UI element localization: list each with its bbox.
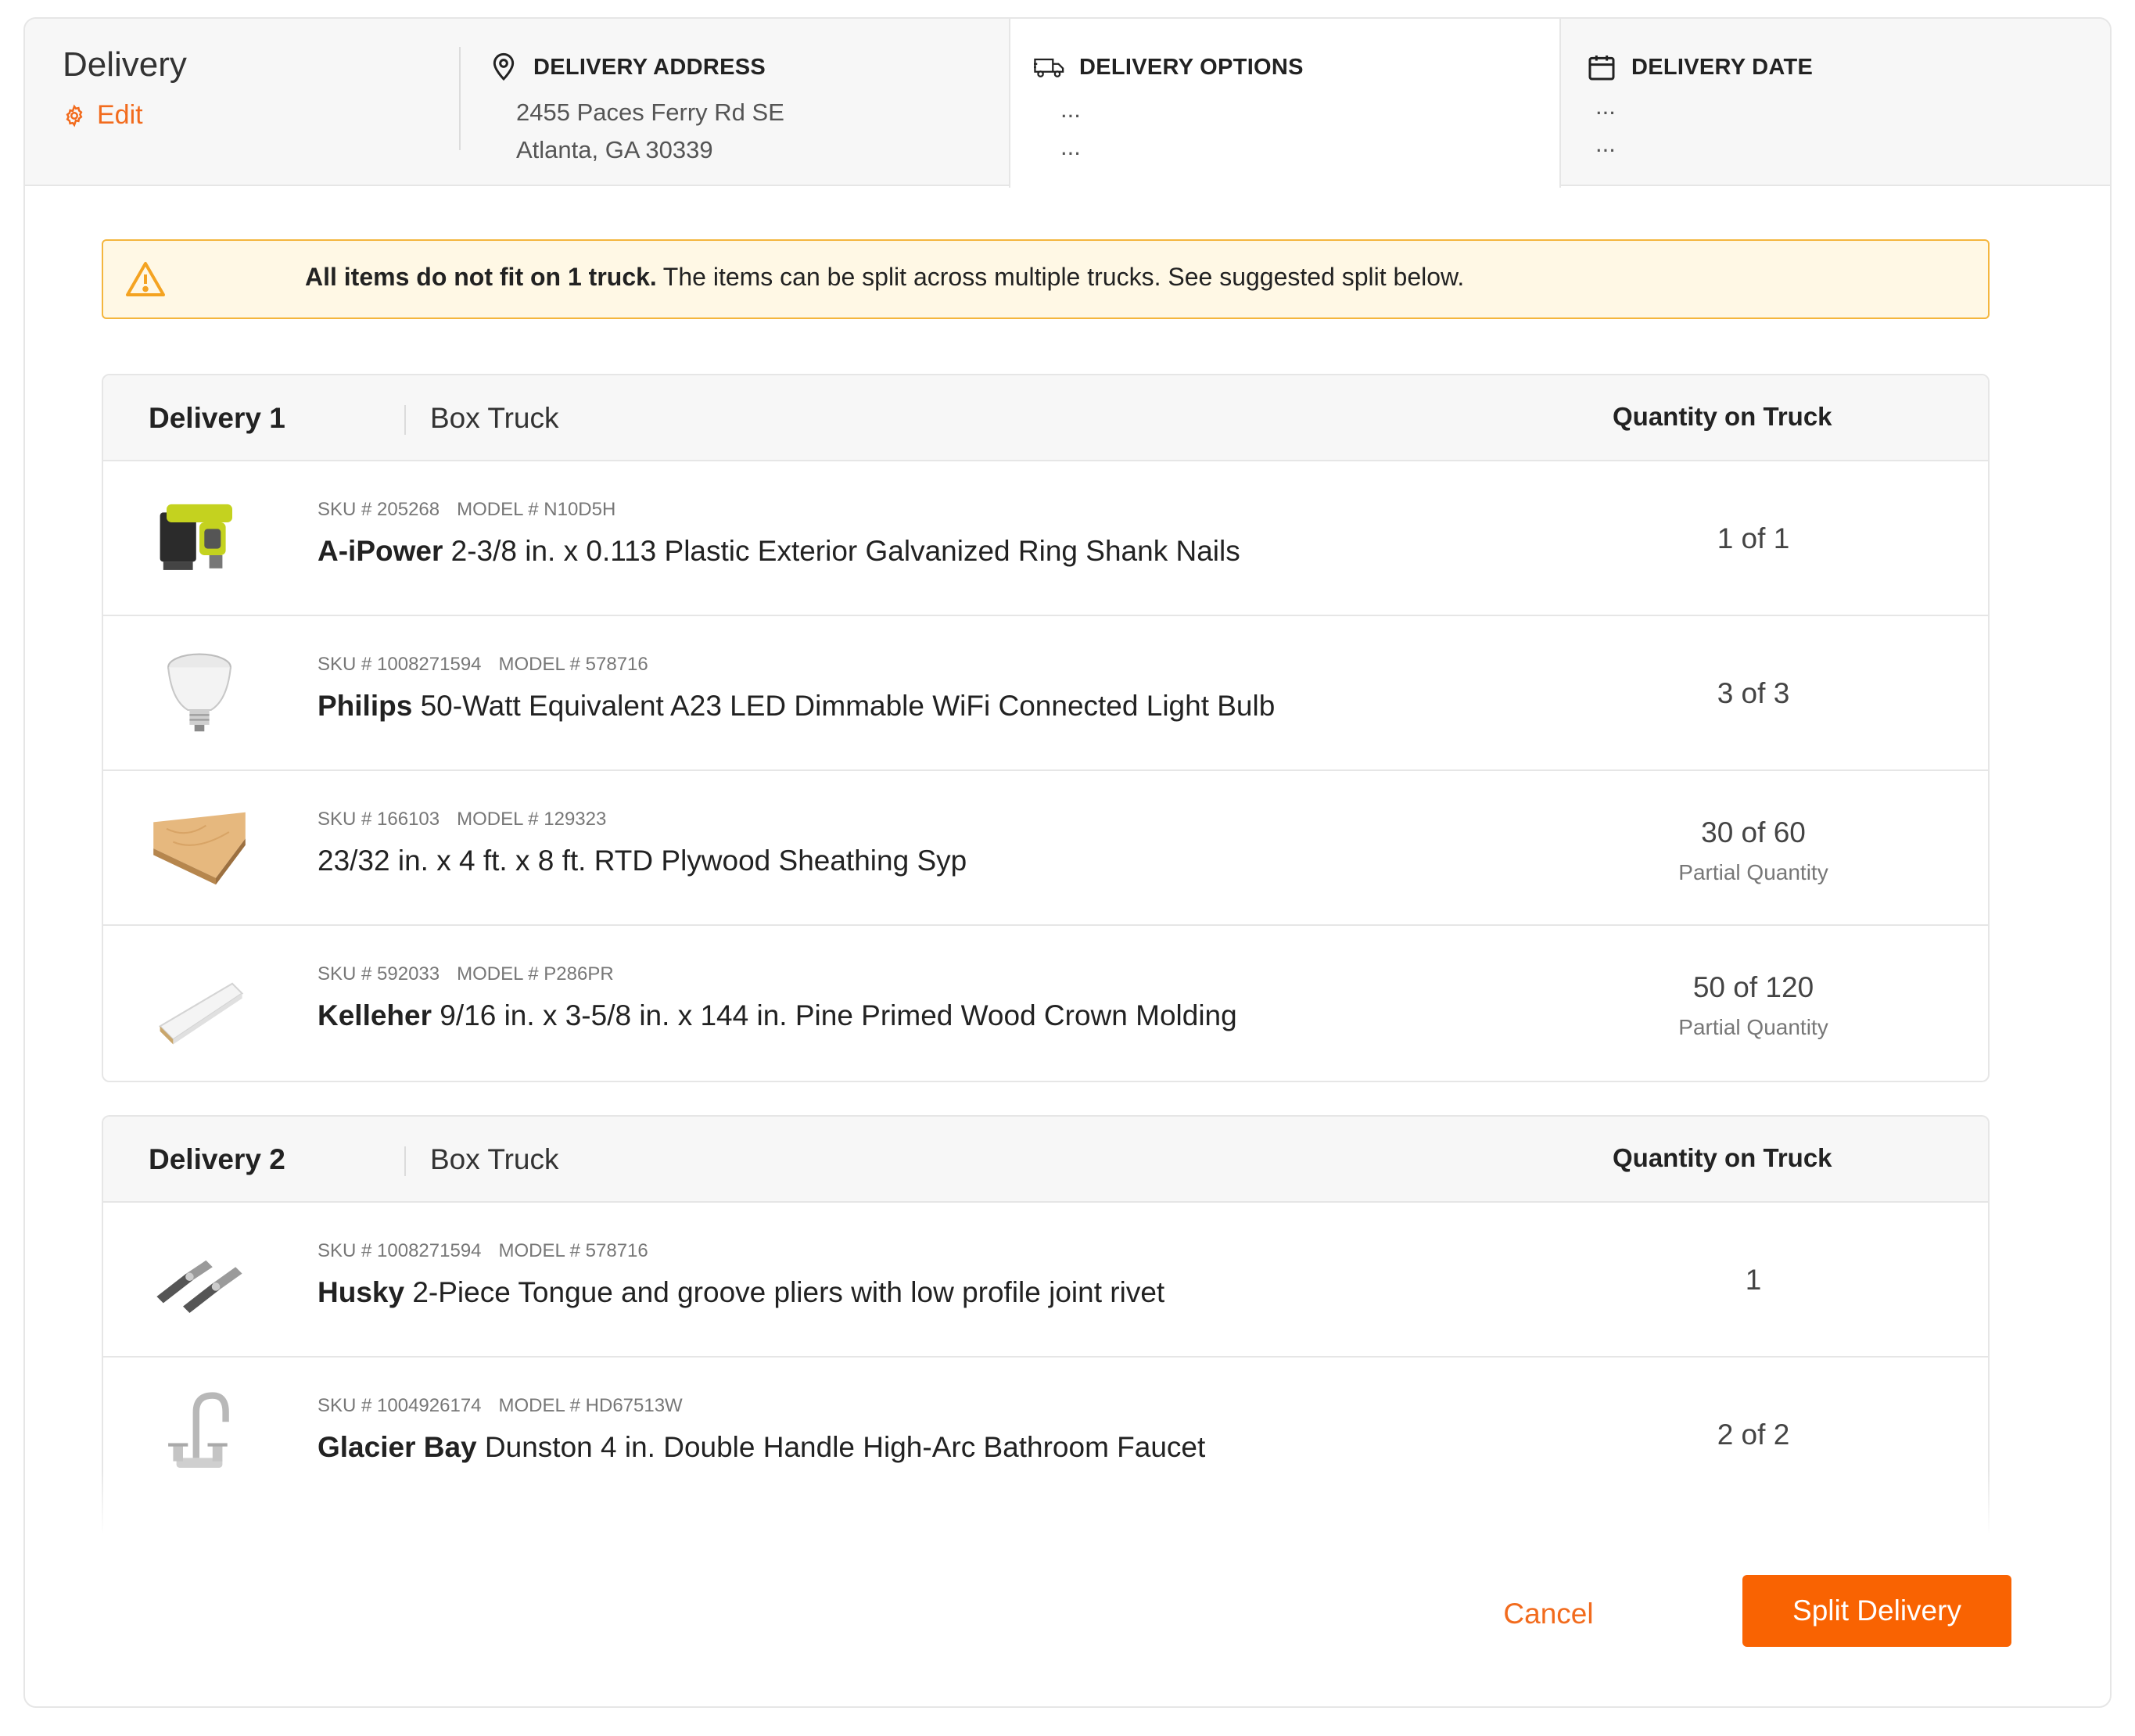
alert-bold: All items do not fit on 1 truck.: [305, 263, 657, 291]
quantity-on-truck: 1: [1745, 1264, 1762, 1296]
partial-quantity-note: Partial Quantity: [1678, 1015, 1828, 1039]
product-brand: Husky: [318, 1276, 405, 1308]
product-name[interactable]: Husky 2-Piece Tongue and groove pliers w…: [318, 1276, 1164, 1309]
item-meta: SKU # 1008271594 MODEL # 578716: [318, 1240, 648, 1262]
location-pin-icon: [493, 52, 515, 81]
vehicle-type: Box Truck: [430, 402, 559, 434]
product-description: 9/16 in. x 3-5/8 in. x 144 in. Pine Prim…: [440, 999, 1237, 1031]
list-item: SKU # 1008271594 MODEL # 578716 Husky 2-P…: [103, 1203, 1988, 1358]
model-number: MODEL # 129323: [457, 809, 607, 830]
quantity-on-truck: 1 of 1: [1717, 522, 1790, 554]
list-item: SKU # 166103 MODEL # 129323 23/32 in. x 4…: [103, 771, 1988, 926]
product-brand: Glacier Bay: [318, 1431, 477, 1463]
sku-number: SKU # 1008271594: [318, 1240, 482, 1261]
sku-number: SKU # 205268: [318, 499, 440, 520]
model-number: MODEL # HD67513W: [498, 1395, 683, 1416]
scroll-fade: [102, 1470, 1990, 1556]
product-description: 2-Piece Tongue and groove pliers with lo…: [412, 1276, 1165, 1308]
alert-message: All items do not fit on 1 truck. The item…: [305, 263, 1464, 292]
cancel-button[interactable]: Cancel: [1486, 1578, 1611, 1650]
options-line-2: ...: [1060, 133, 1081, 160]
nail-gun-icon: [160, 504, 232, 570]
product-name[interactable]: Kelleher 9/16 in. x 3-5/8 in. x 144 in. …: [318, 999, 1237, 1032]
item-meta: SKU # 592033 MODEL # P286PR: [318, 963, 614, 985]
delivery-section-1: Delivery 1 Box Truck Quantity on Truck S…: [102, 374, 1990, 1082]
truck-icon: [1034, 58, 1064, 77]
product-name[interactable]: A-iPower 2-3/8 in. x 0.113 Plastic Exter…: [318, 535, 1240, 568]
list-item: SKU # 205268 MODEL # N10D5H A-iPower 2-3/…: [103, 461, 1988, 616]
item-meta: SKU # 166103 MODEL # 129323: [318, 809, 606, 830]
truck-capacity-alert: All items do not fit on 1 truck. The item…: [102, 239, 1990, 319]
quantity-on-truck: 30 of 60: [1701, 816, 1806, 848]
plywood-icon: [153, 812, 246, 885]
sku-number: SKU # 592033: [318, 963, 440, 985]
delivery-address: DELIVERY ADDRESS 2455 Paces Ferry Rd SE …: [488, 50, 784, 169]
light-bulb-icon: [167, 653, 231, 732]
product-brand: Kelleher: [318, 999, 432, 1031]
delivery-section-header: Delivery 1 Box Truck Quantity on Truck: [103, 375, 1988, 461]
list-item: SKU # 592033 MODEL # P286PR Kelleher 9/16…: [103, 926, 1988, 1081]
page-title: Delivery: [63, 45, 187, 84]
partial-quantity-note: Partial Quantity: [1678, 860, 1828, 884]
date-label: DELIVERY DATE: [1631, 54, 1814, 80]
list-item: SKU # 1008271594 MODEL # 578716 Philips 5…: [103, 616, 1988, 771]
gear-icon: [66, 103, 83, 127]
product-brand: A-iPower: [318, 535, 443, 567]
product-name[interactable]: Philips 50-Watt Equivalent A23 LED Dimma…: [318, 690, 1275, 723]
sku-number: SKU # 166103: [318, 809, 440, 830]
delivery-header: Delivery Edit DELIVERY ADDRESS 2455 Pace…: [25, 19, 2110, 188]
split-delivery-button[interactable]: Split Delivery: [1742, 1575, 2011, 1647]
delivery-options: DELIVERY OPTIONS ... ...: [1034, 50, 1304, 166]
alert-text: The items can be split across multiple t…: [662, 263, 1465, 291]
address-line-1: 2455 Paces Ferry Rd SE: [516, 99, 784, 126]
delivery-name: Delivery 2: [149, 1143, 285, 1175]
sku-number: SKU # 1004926174: [318, 1395, 482, 1416]
header-separator: [404, 405, 406, 435]
quantity-on-truck: 50 of 120: [1692, 971, 1814, 1003]
model-number: MODEL # 578716: [498, 654, 648, 675]
product-description: 50-Watt Equivalent A23 LED Dimmable WiFi…: [420, 690, 1276, 722]
quantity-on-truck: 3 of 3: [1717, 677, 1790, 709]
model-number: MODEL # 578716: [498, 1240, 648, 1261]
date-line-2: ...: [1595, 130, 1616, 157]
product-name[interactable]: Glacier Bay Dunston 4 in. Double Handle …: [318, 1431, 1205, 1464]
vehicle-type: Box Truck: [430, 1143, 559, 1175]
product-description: Dunston 4 in. Double Handle High-Arc Bat…: [484, 1431, 1206, 1463]
model-number: MODEL # P286PR: [457, 963, 614, 985]
header-divider: [459, 47, 461, 150]
address-line-2: Atlanta, GA 30339: [516, 136, 713, 163]
delivery-name: Delivery 1: [149, 402, 285, 434]
edit-button[interactable]: Edit: [63, 100, 143, 131]
product-description: 2-3/8 in. x 0.113 Plastic Exterior Galva…: [450, 535, 1240, 567]
date-line-1: ...: [1595, 92, 1616, 120]
quantity-on-truck: 2 of 2: [1717, 1419, 1790, 1451]
options-line-1: ...: [1060, 95, 1081, 123]
product-name[interactable]: 23/32 in. x 4 ft. x 8 ft. RTD Plywood Sh…: [318, 845, 967, 877]
sku-number: SKU # 1008271594: [318, 654, 482, 675]
options-label: DELIVERY OPTIONS: [1079, 54, 1304, 80]
quantity-column-header: Quantity on Truck: [1613, 402, 1832, 431]
item-meta: SKU # 205268 MODEL # N10D5H: [318, 499, 615, 521]
pliers-icon: [156, 1260, 242, 1313]
item-meta: SKU # 1008271594 MODEL # 578716: [318, 654, 648, 676]
product-brand: Philips: [318, 690, 413, 722]
molding-icon: [158, 982, 244, 1045]
warning-icon: [126, 262, 165, 296]
product-description: 23/32 in. x 4 ft. x 8 ft. RTD Plywood Sh…: [318, 845, 967, 877]
delivery-date: DELIVERY DATE ... ...: [1586, 50, 1813, 163]
model-number: MODEL # N10D5H: [457, 499, 616, 520]
item-meta: SKU # 1004926174 MODEL # HD67513W: [318, 1395, 683, 1417]
quantity-column-header: Quantity on Truck: [1613, 1143, 1832, 1172]
header-separator: [404, 1146, 406, 1176]
delivery-section-header: Delivery 2 Box Truck Quantity on Truck: [103, 1117, 1988, 1203]
address-label: DELIVERY ADDRESS: [533, 54, 766, 80]
edit-label: Edit: [97, 100, 143, 130]
calendar-icon: [1588, 56, 1615, 81]
